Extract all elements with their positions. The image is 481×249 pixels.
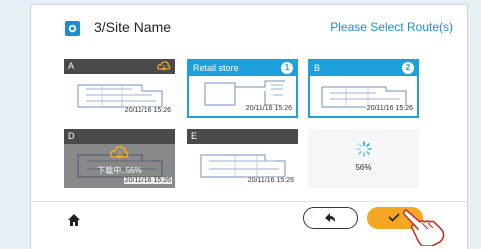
- loading-spinner-icon: [356, 141, 372, 157]
- home-icon[interactable]: [67, 213, 81, 227]
- selection-order-badge: 2: [402, 62, 414, 74]
- route-label: D: [68, 131, 75, 141]
- cloud-download-icon: [110, 146, 129, 159]
- route-tile-loading: 56%: [308, 129, 419, 188]
- loading-progress: 56%: [355, 163, 372, 172]
- route-label: A: [68, 61, 75, 71]
- site-name: 3/Site Name: [94, 19, 172, 35]
- back-button[interactable]: [303, 207, 358, 229]
- route-label: B: [314, 63, 321, 73]
- arrow-back-icon: [325, 213, 335, 222]
- cloud-download-icon: [157, 61, 171, 71]
- route-tile-e[interactable]: E 20/11/16 15:26: [187, 129, 298, 188]
- download-status: 下载中..56%: [97, 166, 142, 175]
- route-date: 20/11/16 15:26: [246, 177, 295, 184]
- route-tile-b[interactable]: B 2 20/11/16 15:26: [308, 59, 419, 118]
- route-tile-retail-store[interactable]: Retail store 1 20/11/16 15:26: [187, 59, 298, 118]
- route-prompt: Please Select Route(s): [330, 20, 453, 34]
- route-label: E: [191, 131, 198, 141]
- route-date: 20/11/16 15:26: [123, 107, 172, 114]
- selection-order-badge: 1: [281, 62, 293, 74]
- route-date: 20/11/16 15:26: [244, 105, 293, 112]
- route-label: Retail store: [193, 63, 239, 73]
- check-icon: [388, 213, 400, 222]
- route-tile-a[interactable]: A 20/11/16 15:26: [64, 59, 175, 118]
- route-date: 20/11/16 15:26: [123, 177, 172, 184]
- footer-divider: [31, 201, 467, 202]
- pointing-hand-icon: [402, 209, 445, 246]
- header: 3/Site Name Please Select Route(s): [31, 5, 467, 45]
- route-tile-d[interactable]: D 下载中..56% 20/11/16 15:26: [64, 129, 175, 188]
- site-icon: [65, 21, 80, 36]
- route-date: 20/11/16 15:26: [365, 105, 414, 112]
